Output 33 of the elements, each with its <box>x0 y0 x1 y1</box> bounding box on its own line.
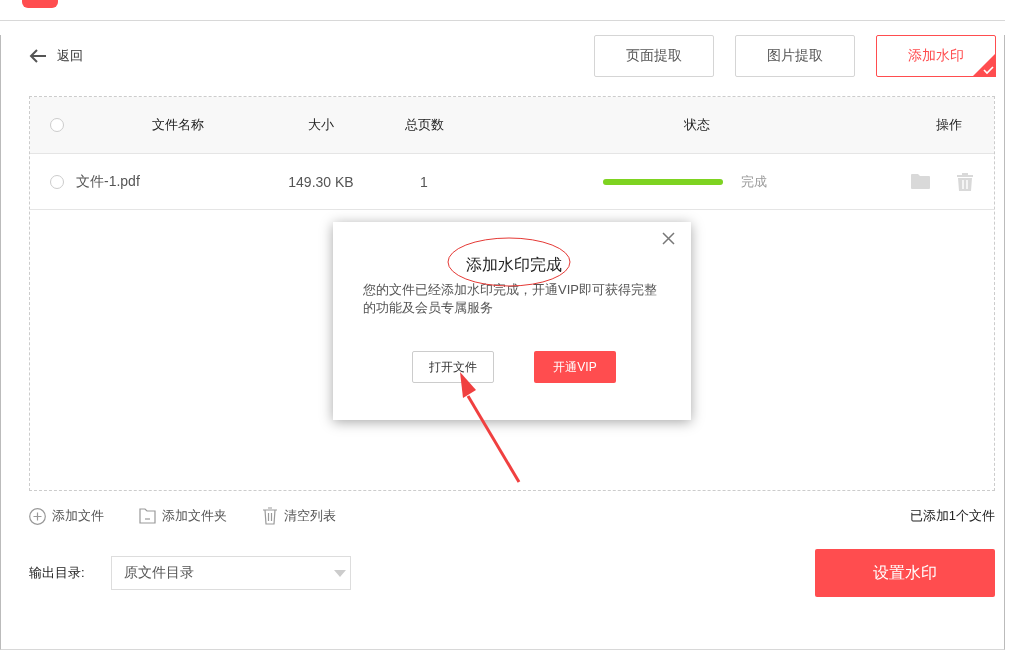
close-icon[interactable] <box>662 232 675 245</box>
tool-tab[interactable]: 图片提取 <box>735 35 855 77</box>
back-link[interactable]: 返回 <box>29 47 83 65</box>
folder-icon[interactable] <box>911 174 930 189</box>
toolbar-link[interactable]: 清空列表 <box>262 507 336 525</box>
check-corner-icon <box>972 53 996 77</box>
tool-tab[interactable]: 页面提取 <box>594 35 714 77</box>
column-header: 状态 <box>684 116 710 134</box>
output-label: 输出目录: <box>29 564 86 582</box>
back-label: 返回 <box>57 47 83 65</box>
output-dropdown[interactable]: 原文件目录 <box>111 556 351 590</box>
file-count-text: 已添加1个文件 <box>909 507 995 525</box>
caret-icon <box>334 569 346 577</box>
dialog-message: 您的文件已经添加水印完成，开通VIP即可获得完整的功能及会员专属服务 <box>363 281 657 317</box>
open-file-button[interactable]: 打开文件 <box>412 351 494 383</box>
column-header: 大小 <box>308 116 334 134</box>
status-text: 完成 <box>741 172 767 191</box>
plus-circle-icon <box>29 507 46 525</box>
column-header: 文件名称 <box>151 116 204 134</box>
row-checkbox[interactable] <box>50 174 64 189</box>
toolbar-link[interactable]: 添加文件 <box>29 507 104 525</box>
dialog-title: 添加水印完成 <box>465 255 563 275</box>
folder-icon <box>139 508 156 524</box>
file-size-cell: 149.30 KB <box>288 173 354 190</box>
toolbar-link[interactable]: 添加文件夹 <box>139 507 227 525</box>
column-header: 操作 <box>936 116 962 134</box>
select-all-checkbox[interactable] <box>50 118 64 132</box>
trash-icon[interactable] <box>957 172 973 191</box>
trash-icon <box>262 507 278 525</box>
arrow-left-icon <box>29 49 47 63</box>
column-header: 总页数 <box>404 116 444 134</box>
page-count-cell: 1 <box>420 173 428 190</box>
file-name-cell-text: 文件-1.pdf <box>75 172 140 191</box>
